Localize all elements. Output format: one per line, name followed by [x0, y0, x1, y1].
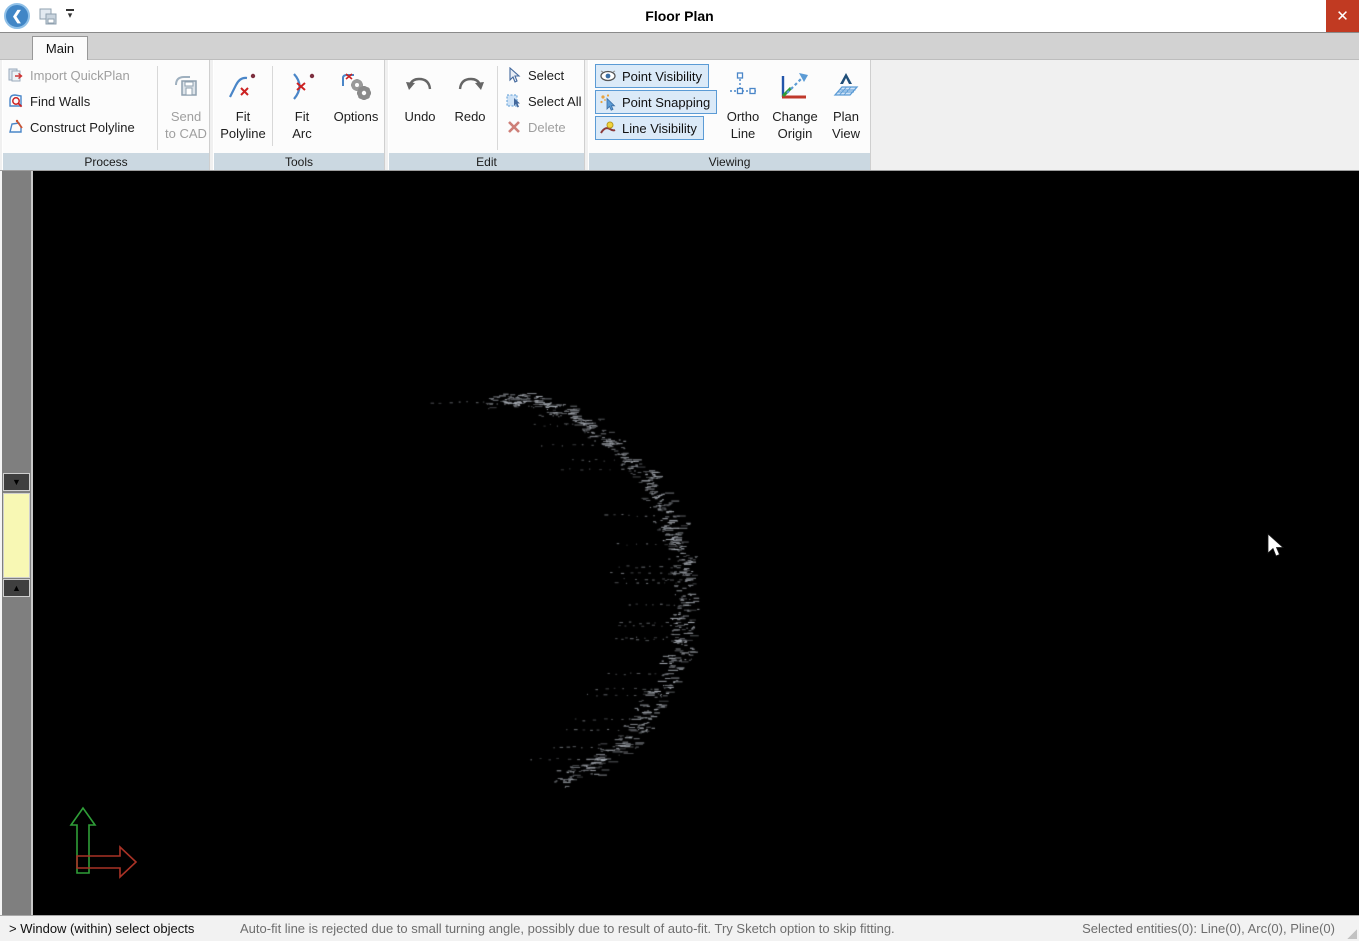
point-snapping-label: Point Snapping — [622, 95, 710, 110]
tab-main[interactable]: Main — [32, 36, 88, 60]
select-all-icon — [506, 93, 522, 109]
status-message: Auto-fit line is rejected due to small t… — [240, 921, 895, 936]
point-cloud-layer — [33, 171, 1359, 915]
fit-polyline-label-2: Polyline — [220, 125, 266, 142]
selection-count: Selected entities(0): Line(0), Arc(0), P… — [1082, 921, 1335, 936]
point-visibility-toggle[interactable]: Point Visibility — [595, 64, 709, 88]
floor-plan-window: ❮ ▾ Floor Plan ✕ Main — [0, 0, 1359, 941]
plan-view-label-1: Plan — [833, 108, 859, 125]
import-quickplan-icon — [8, 67, 24, 83]
options-icon — [339, 66, 373, 108]
change-origin-icon — [778, 66, 812, 108]
group-tools: Fit Polyline Fit Arc — [213, 60, 385, 170]
undo-button[interactable]: Undo — [397, 62, 443, 150]
fit-arc-label-2: Arc — [292, 125, 312, 142]
find-walls-icon — [8, 93, 24, 109]
plan-view-icon — [830, 66, 862, 108]
undo-icon — [404, 66, 436, 108]
statusbar: > Window (within) select objects Auto-fi… — [0, 915, 1359, 941]
point-snapping-icon — [599, 93, 617, 111]
left-palette-strip[interactable]: ▼ ▲ — [0, 171, 33, 915]
select-all-button[interactable]: Select All — [501, 88, 581, 114]
change-origin-label-1: Change — [772, 108, 818, 125]
point-snapping-toggle[interactable]: Point Snapping — [595, 90, 717, 114]
close-button[interactable]: ✕ — [1326, 0, 1359, 32]
line-visibility-toggle[interactable]: Line Visibility — [595, 116, 704, 140]
ortho-line-button[interactable]: Ortho Line — [719, 62, 767, 150]
group-caption-edit: Edit — [389, 153, 584, 170]
fit-arc-button[interactable]: Fit Arc — [275, 62, 329, 150]
ribbon-tab-row: Main — [0, 33, 1359, 60]
resize-grip[interactable] — [1347, 929, 1357, 939]
select-button[interactable]: Select — [501, 62, 581, 88]
point-visibility-icon — [599, 67, 617, 85]
plan-view-label-2: View — [832, 125, 860, 142]
import-quickplan-label: Import QuickPlan — [30, 68, 130, 83]
group-viewing: Point Visibility Point Snapping — [588, 60, 871, 170]
send-to-cad-label-2: to CAD — [165, 125, 207, 142]
group-caption-process: Process — [3, 153, 209, 170]
palette-color-swatch[interactable] — [3, 493, 30, 578]
select-all-label: Select All — [528, 94, 581, 109]
fit-arc-label-1: Fit — [295, 108, 309, 125]
ribbon-body: Import QuickPlan Find Walls — [0, 60, 1359, 171]
palette-scroll-up-button[interactable]: ▲ — [3, 579, 30, 597]
group-caption-viewing: Viewing — [589, 153, 870, 170]
redo-label: Redo — [454, 108, 485, 125]
fit-polyline-button[interactable]: Fit Polyline — [216, 62, 270, 150]
find-walls-button[interactable]: Find Walls — [3, 88, 155, 114]
palette-scroll-down-button[interactable]: ▼ — [3, 473, 30, 491]
group-caption-tools: Tools — [214, 153, 384, 170]
ortho-line-label-2: Line — [731, 125, 756, 142]
mouse-cursor — [1266, 533, 1286, 561]
titlebar: ❮ ▾ Floor Plan ✕ — [0, 0, 1359, 32]
change-origin-label-2: Origin — [778, 125, 813, 142]
options-button[interactable]: Options — [329, 62, 383, 150]
fit-polyline-label-1: Fit — [236, 108, 250, 125]
change-origin-button[interactable]: Change Origin — [769, 62, 821, 150]
send-to-cad-label-1: Send — [171, 108, 201, 125]
options-label: Options — [334, 108, 379, 125]
plan-view-button[interactable]: Plan View — [823, 62, 869, 150]
fit-arc-icon — [285, 66, 319, 108]
ortho-line-label-1: Ortho — [727, 108, 760, 125]
construct-polyline-button[interactable]: Construct Polyline — [3, 114, 155, 140]
delete-button[interactable]: Delete — [501, 114, 581, 140]
ortho-line-icon — [727, 66, 759, 108]
line-visibility-label: Line Visibility — [622, 121, 697, 136]
ribbon: Main Import QuickPlan — [0, 32, 1359, 171]
delete-icon — [506, 119, 522, 135]
line-visibility-icon — [599, 119, 617, 137]
group-edit: Undo Redo — [388, 60, 585, 170]
drawing-canvas[interactable] — [33, 171, 1359, 915]
fit-polyline-icon — [226, 66, 260, 108]
point-visibility-label: Point Visibility — [622, 69, 702, 84]
send-to-cad-button[interactable]: Send to CAD — [159, 62, 213, 150]
import-quickplan-button[interactable]: Import QuickPlan — [3, 62, 155, 88]
delete-label: Delete — [528, 120, 566, 135]
redo-icon — [454, 66, 486, 108]
construct-polyline-label: Construct Polyline — [30, 120, 135, 135]
window-title: Floor Plan — [0, 0, 1359, 32]
command-prompt-text: > Window (within) select objects — [9, 921, 194, 936]
redo-button[interactable]: Redo — [447, 62, 493, 150]
select-label: Select — [528, 68, 564, 83]
ucs-axis-icon — [68, 803, 148, 885]
undo-label: Undo — [404, 108, 435, 125]
group-process: Import QuickPlan Find Walls — [2, 60, 210, 170]
construct-polyline-icon — [8, 119, 24, 135]
send-to-cad-icon — [170, 66, 202, 108]
find-walls-label: Find Walls — [30, 94, 90, 109]
select-icon — [506, 67, 522, 83]
